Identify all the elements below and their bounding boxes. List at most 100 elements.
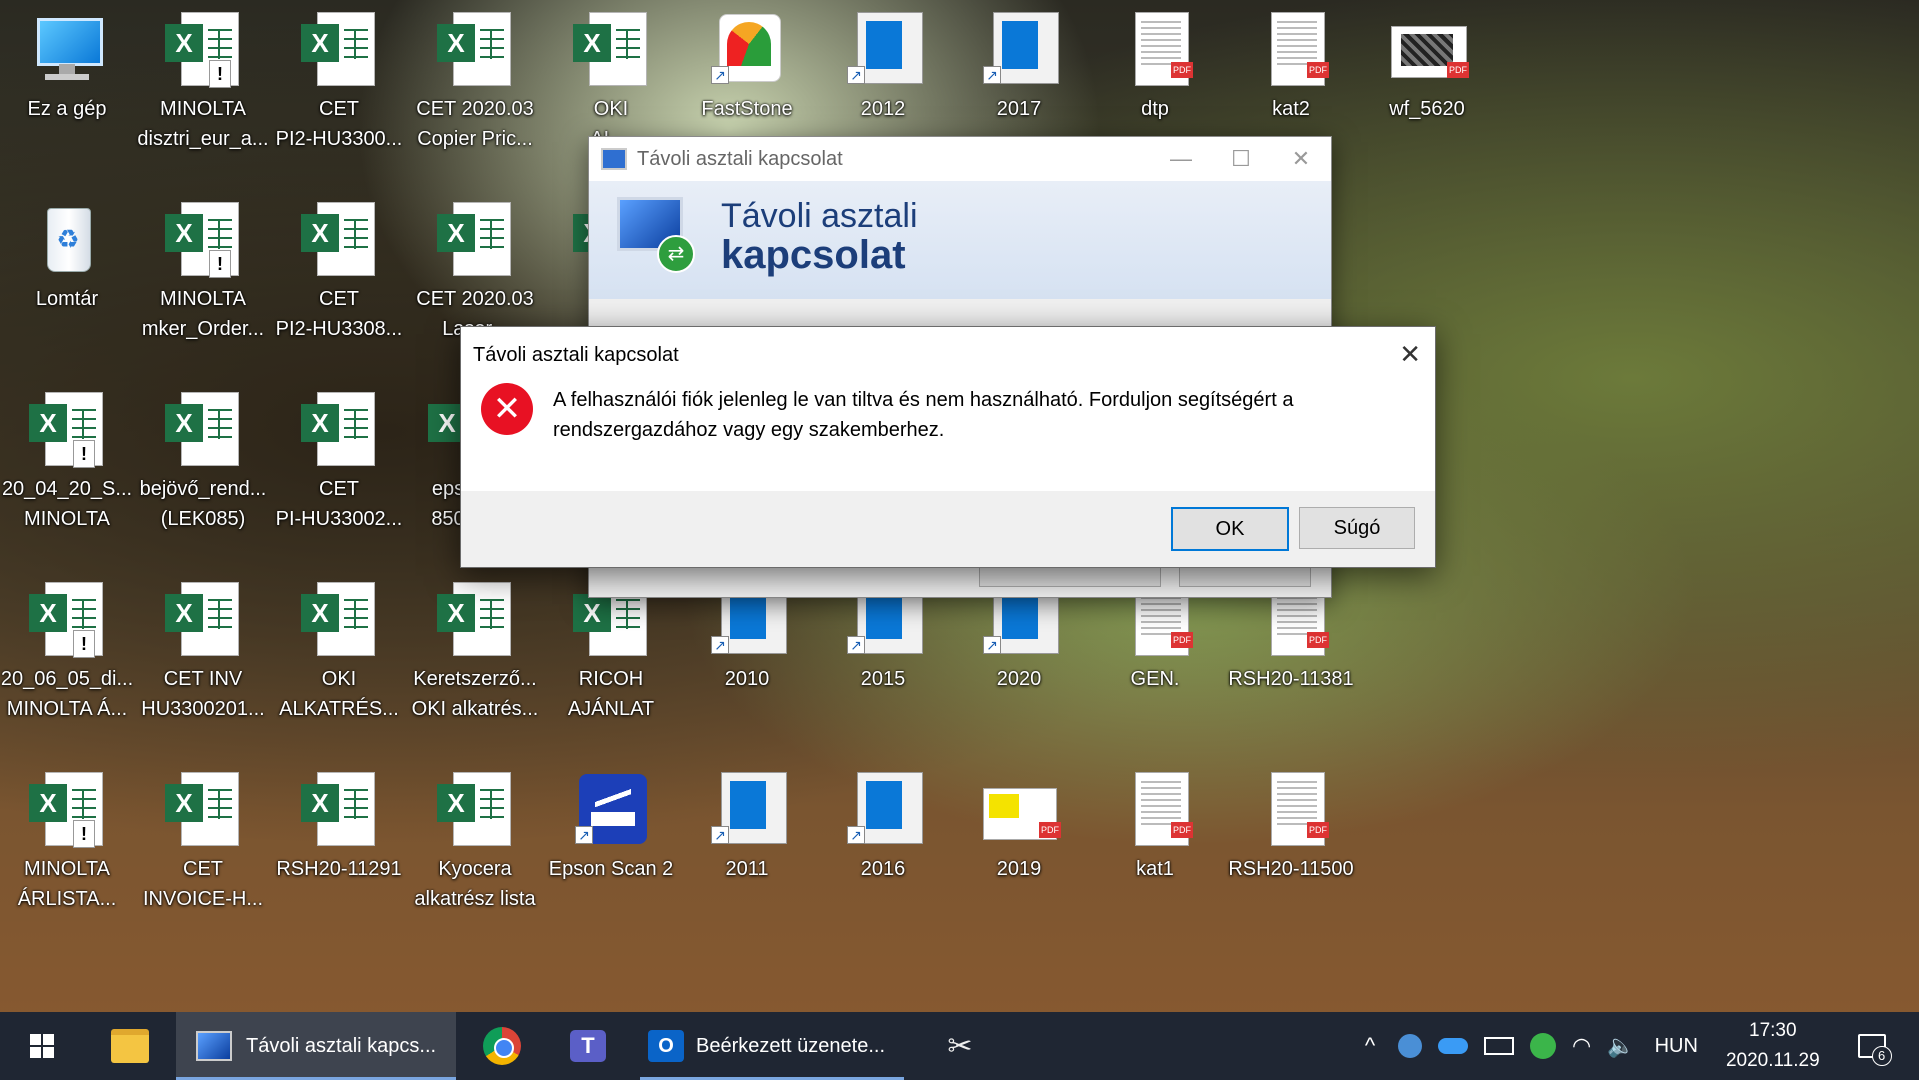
minimize-button[interactable]: — bbox=[1151, 146, 1211, 172]
icon-label: Kyocera alkatrész lista bbox=[414, 858, 536, 910]
desktop-icon-excel-file[interactable]: X OKI ALKATRÉS... bbox=[272, 570, 406, 724]
excel-file-icon: X bbox=[435, 200, 515, 280]
desktop-icon-shortcut[interactable]: ↗ 2017 bbox=[952, 0, 1086, 124]
chrome-icon bbox=[483, 1027, 521, 1065]
desktop-icon-pdf[interactable]: PDF 2019 bbox=[952, 760, 1086, 884]
volume-icon[interactable]: 🔈 bbox=[1607, 1033, 1634, 1059]
desktop-icon-excel-file[interactable]: X! MINOLTA disztri_eur_a... bbox=[136, 0, 270, 154]
icon-label: RSH20-11381 bbox=[1228, 668, 1354, 690]
rdp-banner-title-line2: kapcsolat bbox=[721, 233, 906, 277]
faststone-icon: ↗ bbox=[707, 10, 787, 90]
action-center[interactable]: 6 bbox=[1856, 1030, 1892, 1066]
desktop-icon-excel-file[interactable]: X CET PI2-HU3300... bbox=[272, 0, 406, 154]
icon-label: CET PI2-HU3300... bbox=[275, 98, 403, 150]
excel-file-icon: X! bbox=[27, 390, 107, 470]
desktop-icon-excel-file[interactable]: X! MINOLTA mker_Order... bbox=[136, 190, 270, 344]
desktop-icon-excel-file[interactable]: X CET INV HU3300201... bbox=[136, 570, 270, 724]
desktop-icon-this-pc[interactable]: Ez a gép bbox=[0, 0, 134, 124]
wifi-icon[interactable]: ◠ bbox=[1572, 1033, 1591, 1059]
dialog-footer: OK Súgó bbox=[461, 491, 1435, 567]
desktop-icon-recycle-bin[interactable]: ♻ Lomtár bbox=[0, 190, 134, 314]
desktop-icon-excel-file[interactable]: X! 20_04_20_S... MINOLTA bbox=[0, 380, 134, 534]
icon-label: RICOH AJÁNLAT bbox=[567, 668, 655, 720]
security-shield-icon[interactable] bbox=[1530, 1033, 1556, 1059]
desktop-icon-pdf[interactable]: PDF wf_5620 bbox=[1360, 0, 1494, 124]
desktop-icon-epson-scan[interactable]: ↗ Epson Scan 2 bbox=[544, 760, 678, 884]
clock[interactable]: 17:30 2020.11.29 bbox=[1726, 1016, 1820, 1076]
system-tray: ^ ◠ 🔈 HUN 17:30 2020.11.29 6 bbox=[1350, 1012, 1919, 1080]
taskbar: Távoli asztali kapcs... T O Beérkezett ü… bbox=[0, 1012, 1919, 1080]
document-shortcut-icon: ↗ bbox=[843, 10, 923, 90]
desktop-icon-excel-file[interactable]: X CET 2020.03 Laser... bbox=[408, 190, 542, 344]
rdp-window-titlebar[interactable]: Távoli asztali kapcsolat — ☐ ✕ bbox=[589, 137, 1331, 181]
taskbar-chrome[interactable] bbox=[462, 1012, 542, 1080]
desktop-icon-shortcut[interactable]: ↗ 2016 bbox=[816, 760, 950, 884]
rdp-app-icon bbox=[601, 148, 627, 170]
maximize-button[interactable]: ☐ bbox=[1211, 146, 1271, 172]
ok-button[interactable]: OK bbox=[1171, 507, 1289, 551]
desktop-icon-excel-file[interactable]: X bejövő_rend... (LEK085) bbox=[136, 380, 270, 534]
tray-chevron-icon[interactable]: ^ bbox=[1350, 1033, 1390, 1059]
desktop-icon-pdf[interactable]: PDF dtp bbox=[1088, 0, 1222, 124]
dialog-close-button[interactable]: ✕ bbox=[1399, 339, 1421, 370]
icon-label: dtp bbox=[1141, 98, 1169, 120]
excel-file-icon: X bbox=[299, 200, 379, 280]
computer-icon bbox=[27, 10, 107, 90]
excel-file-icon: X bbox=[299, 390, 379, 470]
document-shortcut-icon: ↗ bbox=[843, 770, 923, 850]
onedrive-icon[interactable] bbox=[1438, 1038, 1468, 1054]
desktop-icon-shortcut[interactable]: ↗ 2012 bbox=[816, 0, 950, 124]
help-button[interactable]: Súgó bbox=[1299, 507, 1415, 549]
desktop-icon-pdf[interactable]: PDF kat2 bbox=[1224, 0, 1358, 124]
excel-file-icon: X bbox=[435, 580, 515, 660]
start-button[interactable] bbox=[0, 1012, 84, 1080]
desktop-icon-excel-file[interactable]: X Kyocera alkatrész lista bbox=[408, 760, 542, 914]
dialog-titlebar[interactable]: Távoli asztali kapcsolat ✕ bbox=[461, 327, 1435, 383]
desktop-icon-faststone[interactable]: ↗ FastStone bbox=[680, 0, 814, 124]
icon-label: 2015 bbox=[860, 668, 906, 690]
desktop-icon-excel-file[interactable]: X CET INVOICE-H... bbox=[136, 760, 270, 914]
icon-label: OKI ALKATRÉS... bbox=[279, 668, 399, 720]
desktop-icon-excel-file[interactable]: X OKI AL... bbox=[544, 0, 678, 154]
taskbar-outlook[interactable]: O Beérkezett üzenete... bbox=[640, 1012, 904, 1080]
close-button[interactable]: ✕ bbox=[1271, 146, 1331, 172]
desktop-icon-excel-file[interactable]: X! MINOLTA ÁRLISTA... bbox=[0, 760, 134, 914]
rdp-taskbar-icon bbox=[196, 1031, 232, 1061]
excel-file-icon: X bbox=[435, 770, 515, 850]
icon-label: kat1 bbox=[1136, 858, 1174, 880]
icon-label: MINOLTA ÁRLISTA... bbox=[17, 858, 117, 910]
pdf-file-icon: PDF bbox=[1251, 770, 1331, 850]
icon-label: CET PI-HU33002... bbox=[275, 478, 403, 530]
taskbar-rdp[interactable]: Távoli asztali kapcs... bbox=[176, 1012, 456, 1080]
taskbar-snipping-tool[interactable]: ✂ bbox=[920, 1012, 1000, 1080]
icon-label: FastStone bbox=[701, 98, 793, 120]
icon-label: CET PI2-HU3308... bbox=[275, 288, 403, 340]
excel-file-icon: X bbox=[435, 10, 515, 90]
error-dialog[interactable]: Távoli asztali kapcsolat ✕ ✕ A felhaszná… bbox=[460, 326, 1436, 568]
icon-label: MINOLTA mker_Order... bbox=[141, 288, 265, 340]
desktop-icon-shortcut[interactable]: ↗ 2011 bbox=[680, 760, 814, 884]
desktop-icon-excel-file[interactable]: X CET PI-HU33002... bbox=[272, 380, 406, 534]
dialog-message: A felhasználói fiók jelenleg le van tilt… bbox=[553, 389, 1294, 441]
error-icon: ✕ bbox=[481, 383, 533, 435]
desktop-icon-excel-file[interactable]: X! 20_06_05_di... MINOLTA Á... bbox=[0, 570, 134, 724]
taskbar-teams[interactable]: T bbox=[548, 1012, 628, 1080]
excel-file-icon: X! bbox=[163, 10, 243, 90]
battery-icon[interactable] bbox=[1484, 1037, 1514, 1055]
desktop-icon-excel-file[interactable]: X RSH20-11291 bbox=[272, 760, 406, 884]
rdp-banner-title-line1: Távoli asztali bbox=[721, 197, 918, 235]
icon-label: 2020 bbox=[996, 668, 1042, 690]
desktop-icon-pdf[interactable]: PDF RSH20-11500 bbox=[1224, 760, 1358, 884]
globe-icon[interactable] bbox=[1398, 1034, 1422, 1058]
desktop-icon-pdf[interactable]: PDF kat1 bbox=[1088, 760, 1222, 884]
language-indicator[interactable]: HUN bbox=[1655, 1035, 1698, 1058]
icon-label: 20_06_05_di... MINOLTA Á... bbox=[0, 668, 134, 720]
icon-label: 2016 bbox=[860, 858, 906, 880]
icon-label: 2017 bbox=[996, 98, 1042, 120]
taskbar-file-explorer[interactable] bbox=[90, 1012, 170, 1080]
icon-label: Ez a gép bbox=[27, 98, 107, 120]
excel-file-icon: X bbox=[299, 770, 379, 850]
desktop-icon-excel-file[interactable]: X CET 2020.03 Copier Pric... bbox=[408, 0, 542, 154]
desktop-icon-excel-file[interactable]: X CET PI2-HU3308... bbox=[272, 190, 406, 344]
desktop-icon-excel-file[interactable]: X Keretszerző... OKI alkatrés... bbox=[408, 570, 542, 724]
